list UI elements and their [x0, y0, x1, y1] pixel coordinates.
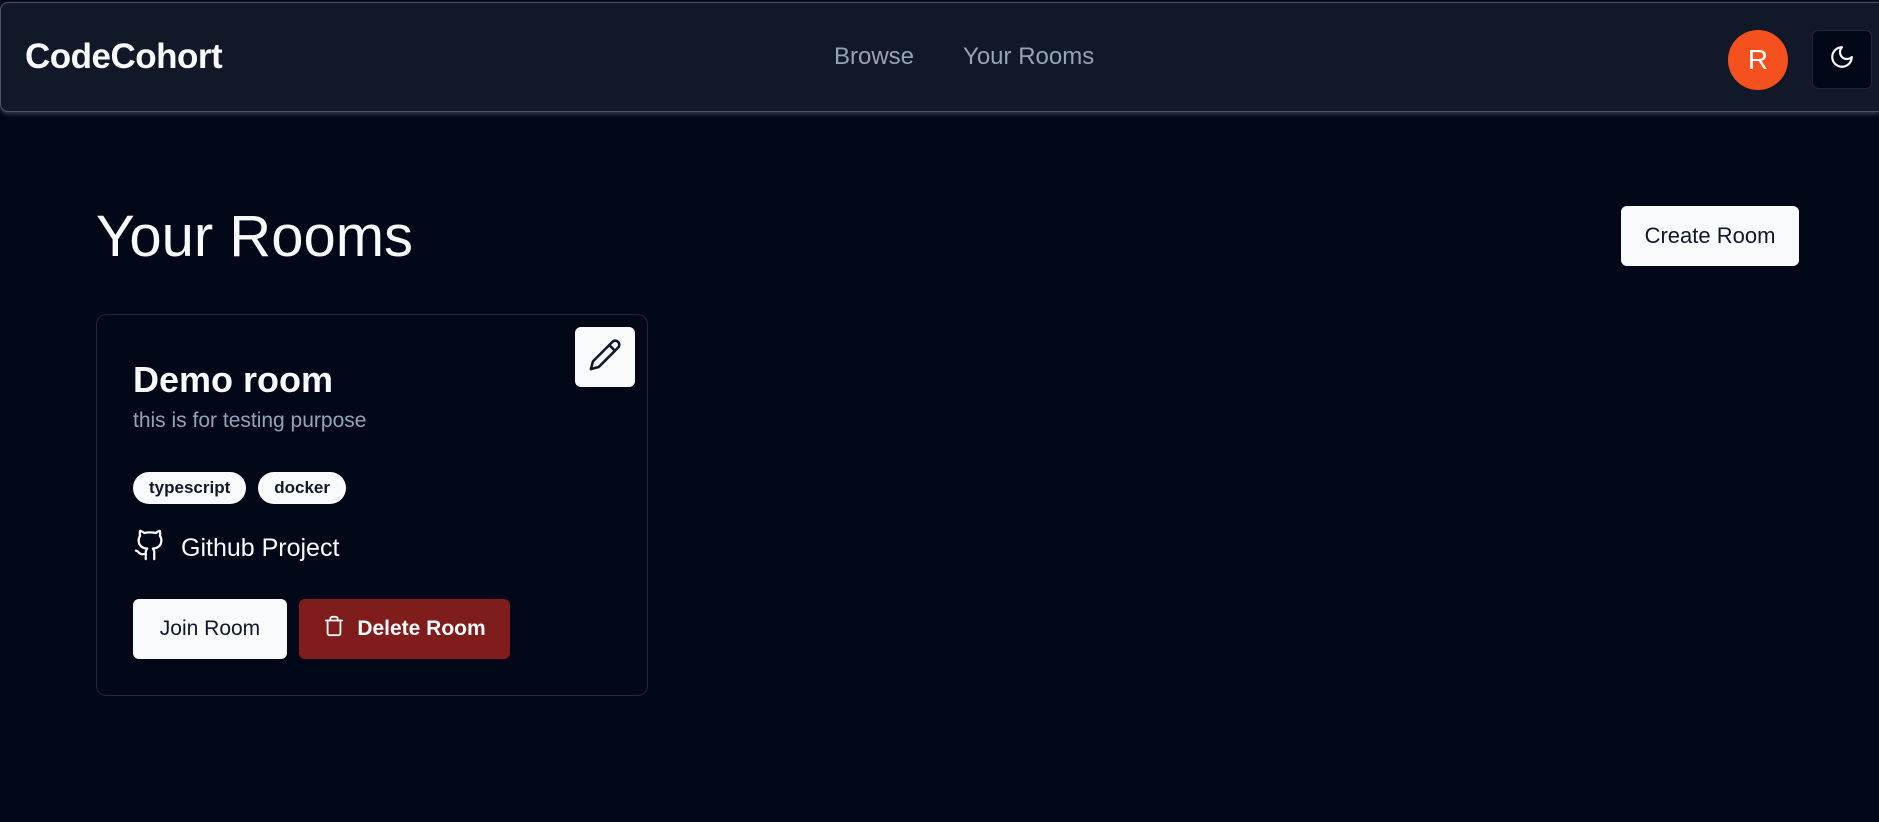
create-room-button[interactable]: Create Room — [1621, 206, 1799, 266]
trash-icon — [323, 615, 345, 643]
page-title: Your Rooms — [96, 204, 414, 269]
room-name: Demo room — [133, 359, 334, 400]
avatar[interactable]: R — [1728, 30, 1788, 90]
theme-toggle-button[interactable] — [1812, 30, 1872, 89]
delete-room-label: Delete Room — [357, 617, 486, 640]
tag-badge[interactable]: docker — [258, 472, 346, 504]
github-project-link[interactable]: Github Project — [133, 528, 339, 569]
room-tags: typescript docker — [133, 472, 346, 504]
github-icon — [133, 528, 167, 569]
brand-logo[interactable]: CodeCohort — [25, 37, 223, 77]
moon-icon — [1829, 44, 1855, 75]
nav-browse[interactable]: Browse — [834, 43, 914, 71]
join-room-button[interactable]: Join Room — [133, 599, 287, 659]
nav-your-rooms[interactable]: Your Rooms — [963, 43, 1094, 71]
main-nav: Browse Your Rooms — [834, 43, 1094, 71]
delete-room-button[interactable]: Delete Room — [299, 599, 510, 659]
pencil-icon — [588, 338, 622, 377]
room-card: Demo room this is for testing purpose ty… — [96, 314, 648, 696]
github-link-label: Github Project — [181, 534, 340, 562]
room-actions: Join Room Delete Room — [133, 599, 510, 659]
top-navbar: CodeCohort Browse Your Rooms R — [0, 2, 1879, 112]
room-description: this is for testing purpose — [133, 409, 367, 432]
tag-badge[interactable]: typescript — [133, 472, 247, 504]
edit-room-button[interactable] — [575, 327, 635, 387]
